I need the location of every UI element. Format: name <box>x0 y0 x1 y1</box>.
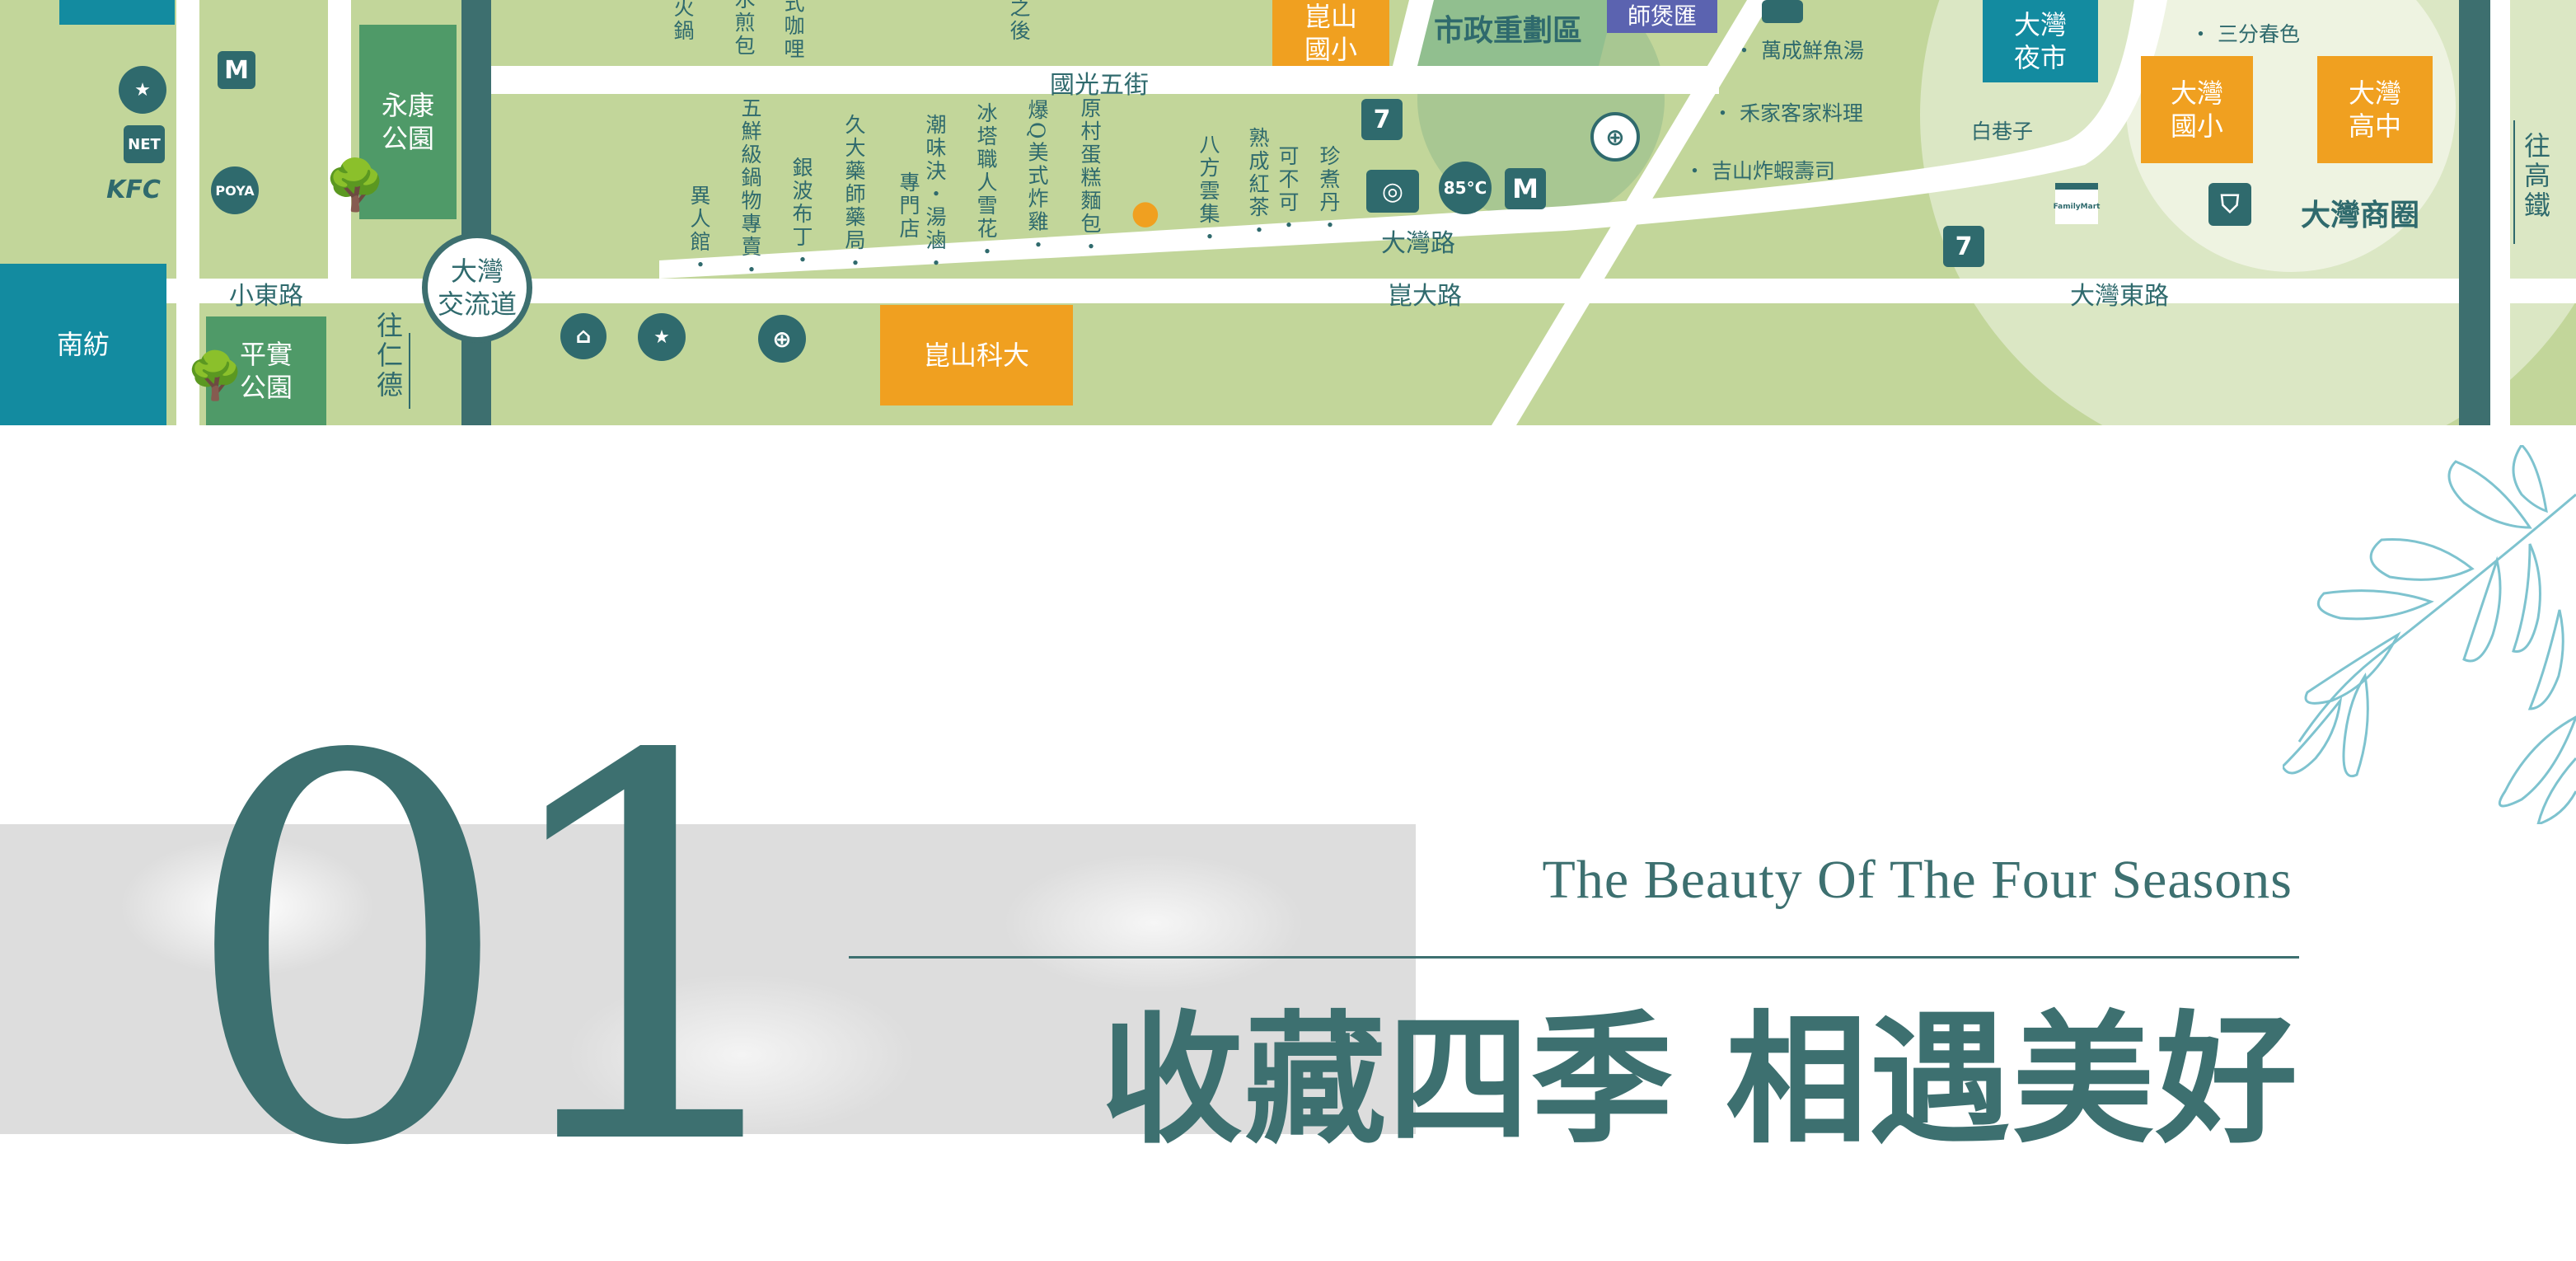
municipal-zone-label: 市政重劃區 <box>1434 13 1583 48</box>
road-kunda: 崑大路 <box>1388 282 1462 311</box>
mcdonalds-icon: M <box>218 51 255 89</box>
tree-icon-2: 🌳 <box>186 349 244 403</box>
shop-hejia-hakka: 禾家客家料理 <box>1712 97 1863 127</box>
night-market-block: 大灣 夜市 <box>1983 0 2098 82</box>
divider-line <box>849 956 2299 959</box>
cathay-bank-icon: ◎ <box>1366 170 1419 213</box>
shop-curry-clipped: 式咖哩 <box>781 0 805 61</box>
shop-jishan-tempura: 吉山炸蝦壽司 <box>1684 155 1835 185</box>
top-left-block <box>59 0 175 25</box>
shop-wancheng-fish-soup: 萬成鮮魚湯 <box>1734 35 1864 64</box>
poya-icon: POYA <box>211 166 259 214</box>
shop-hotpot-clipped: 火鍋 <box>671 0 695 43</box>
tree-icon: 🌳 <box>324 156 386 214</box>
shop-yuancun-bakery: 原村蛋糕麵包 <box>1075 97 1104 259</box>
shop-aged-black-tea: 熟成紅茶 <box>1243 127 1272 242</box>
net-icon: NET <box>124 125 165 163</box>
leaf-branch-illustration <box>2283 445 2576 824</box>
road-xiaodong: 小東路 <box>229 282 303 311</box>
shop-after-clipped: 之後 <box>1007 0 1031 43</box>
road-dawan: 大灣路 <box>1381 229 1455 258</box>
seven-eleven-icon-2 <box>1762 0 1803 23</box>
shop-chaoweijue: 潮味決・湯滷 <box>920 114 949 275</box>
85c-bakery-icon: 85°C <box>1439 162 1492 214</box>
shop-specialty-store: 專門店 <box>897 171 920 241</box>
post-office-icon-2: ⊕ <box>1590 112 1640 162</box>
bank-icon: ⌂ <box>560 313 607 359</box>
section-title-zh: 收藏四季 相遇美好 <box>1101 996 2299 1163</box>
shop-wuxian-hotpot: 五鮮級鍋物專賣 <box>735 97 765 282</box>
kun-univ-block: 崑山科大 <box>880 305 1073 405</box>
interchange-marker: 大灣 交流道 <box>422 232 532 343</box>
shop-jiuda-pharmacy: 久大藥師藥局 <box>839 114 869 275</box>
post-office-icon: ⊕ <box>758 315 806 363</box>
road-dawan-east: 大灣東路 <box>2070 282 2169 311</box>
starbucks-icon-2: ★ <box>638 313 686 361</box>
shop-yinbo-pudding: 銀波布丁 <box>786 157 816 272</box>
coffee-bean-icon: ● <box>1131 194 1160 232</box>
shop-kebuke: 可不可 <box>1272 145 1302 237</box>
seven-eleven-icon-3: 7 <box>1943 226 1984 267</box>
dawan-elementary-block: 大灣 國小 <box>2141 56 2253 163</box>
shop-bafang: 八方雲集 <box>1193 134 1223 249</box>
family-mart-icon: FamilyMart <box>2054 183 2100 224</box>
shop-crispy-chicken: 爆Q美式炸雞 <box>1022 99 1051 257</box>
direction-rende: 往仁德 <box>372 312 404 401</box>
kfc-icon: KFC <box>106 175 161 204</box>
section-number: 01 <box>180 647 817 1261</box>
business-district-label: 大灣商圈 <box>2301 198 2420 232</box>
bank-icon-2: ⛉ <box>2208 183 2251 226</box>
seven-eleven-icon: 7 <box>1361 99 1403 140</box>
shop-yirenguan: 異人館 <box>684 185 714 277</box>
dawan-high-block: 大灣 高中 <box>2317 56 2433 163</box>
direction-hsr-arrow <box>2513 120 2515 244</box>
road-guoguang-5th: 國光五街 <box>1050 71 1149 100</box>
kunshan-elementary: 崑山 國小 <box>1272 0 1389 66</box>
direction-rende-arrow <box>409 333 410 409</box>
shop-baixiangzi: 白巷子 <box>1971 120 2034 143</box>
shop-zhenzhudan: 珍煮丹 <box>1314 145 1343 237</box>
shop-sanfen-chunse: 三分春色 <box>2190 18 2300 48</box>
purple-block: 師煲匯 <box>1607 0 1717 33</box>
area-map: 南紡 永康 公園 平實 公園 崑山 國小 師煲匯 崑山科大 大灣 夜市 大灣 國… <box>0 0 2576 425</box>
section-subtitle-en: The Beauty Of The Four Seasons <box>1542 850 2293 910</box>
nanfang-block: 南紡 <box>0 264 166 425</box>
shop-pan-fried-bun-clipped: 水煎包 <box>732 0 756 58</box>
shop-ice-tower: 冰塔職人雪花 <box>971 102 1000 264</box>
direction-hsr: 往高鐵 <box>2520 132 2551 221</box>
mcdonalds-icon-2: M <box>1505 168 1546 209</box>
starbucks-icon: ★ <box>119 66 166 114</box>
